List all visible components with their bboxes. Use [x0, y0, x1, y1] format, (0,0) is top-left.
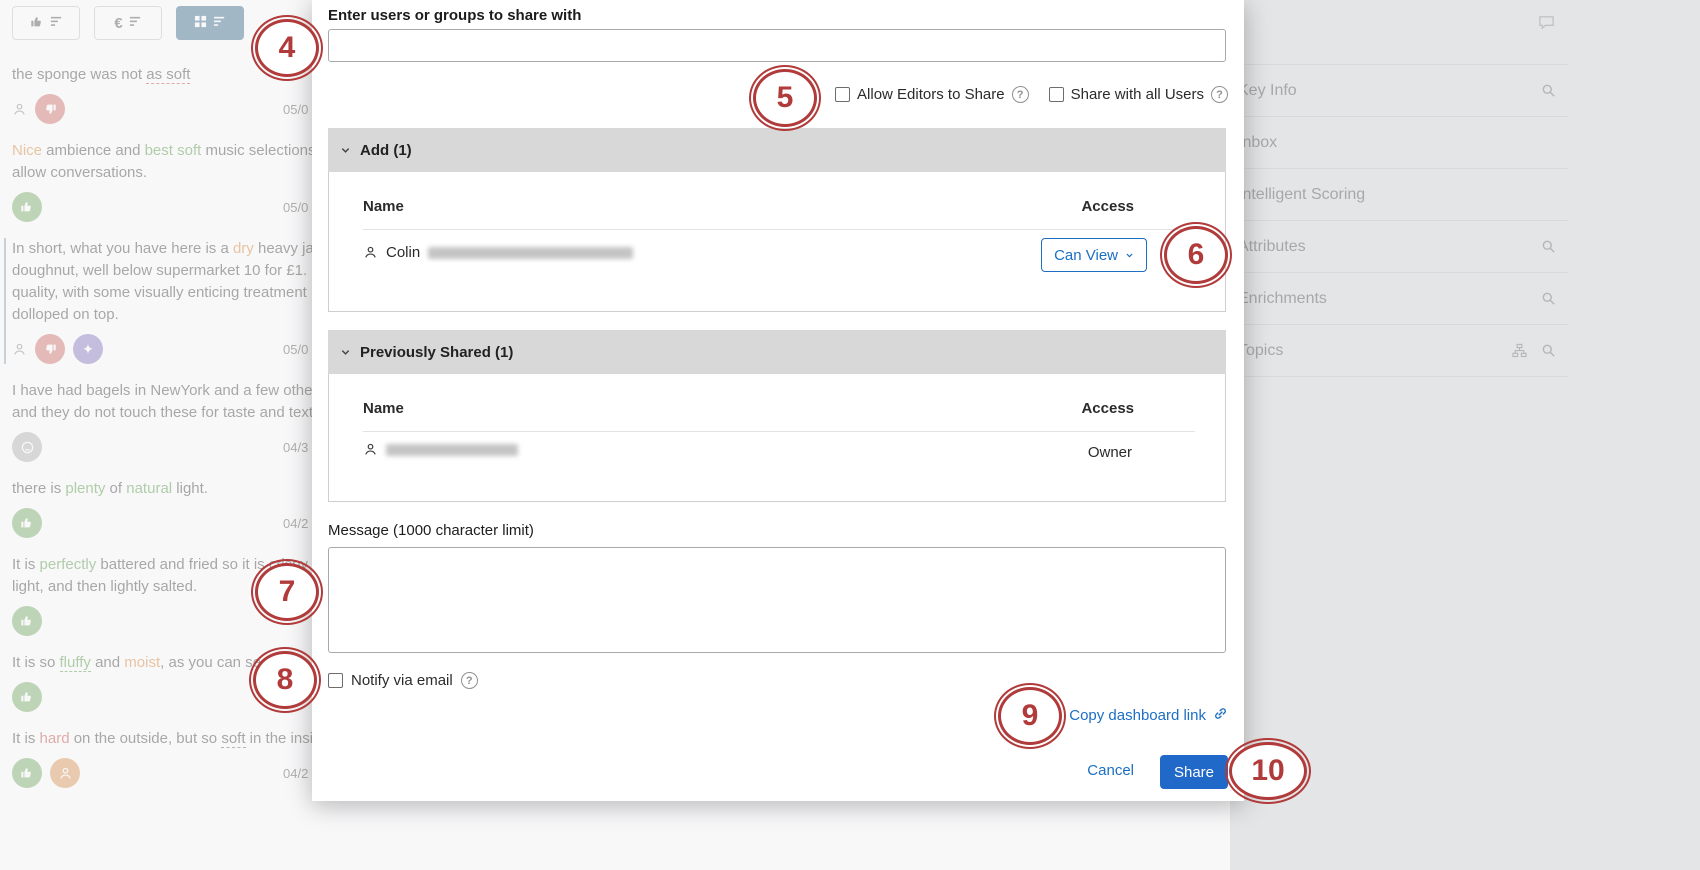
person-icon [363, 245, 378, 260]
previously-shared-section: Previously Shared (1) Name Access Owner [328, 330, 1226, 502]
access-level-dropdown[interactable]: Can View [1041, 238, 1147, 272]
help-icon[interactable]: ? [1211, 86, 1228, 103]
annotation-number: 5 [777, 81, 794, 115]
annotation-number: 8 [277, 663, 294, 697]
message-label: Message (1000 character limit) [328, 522, 534, 539]
share-with-input[interactable] [328, 29, 1226, 62]
copy-dashboard-link[interactable]: Copy dashboard link [1069, 706, 1228, 725]
help-icon[interactable]: ? [1012, 86, 1029, 103]
annotation-7: 7 [255, 563, 319, 621]
annotation-6: 6 [1164, 226, 1228, 284]
allow-editors-checkbox[interactable] [835, 87, 850, 102]
link-icon [1213, 706, 1228, 725]
notify-option: Notify via email ? [328, 672, 478, 689]
annotation-number: 9 [1022, 699, 1039, 733]
owner-access-value: Owner [1088, 444, 1132, 461]
cancel-button[interactable]: Cancel [1087, 762, 1134, 779]
table-row [363, 442, 518, 457]
allow-editors-option: Allow Editors to Share ? [835, 86, 1029, 103]
annotation-number: 6 [1188, 238, 1205, 272]
access-level-value: Can View [1054, 247, 1118, 264]
allow-editors-label: Allow Editors to Share [857, 86, 1005, 103]
annotation-8: 8 [253, 651, 317, 709]
redacted-email [386, 444, 518, 456]
annotation-10: 10 [1229, 742, 1307, 800]
share-with-label: Enter users or groups to share with [328, 7, 581, 24]
chevron-down-icon [340, 145, 351, 156]
share-options: Allow Editors to Share ? Share with all … [815, 86, 1228, 103]
message-textarea[interactable] [328, 547, 1226, 653]
add-section-toggle[interactable]: Add (1) [328, 128, 1226, 172]
name-column-header: Name [363, 198, 404, 215]
recipient-name: Colin [386, 244, 420, 261]
chevron-down-icon [340, 347, 351, 358]
previously-shared-toggle[interactable]: Previously Shared (1) [328, 330, 1226, 374]
share-all-label: Share with all Users [1071, 86, 1204, 103]
help-icon[interactable]: ? [461, 672, 478, 689]
add-section: Add (1) Name Access Colin Can View [328, 128, 1226, 312]
previously-shared-title: Previously Shared (1) [360, 344, 513, 361]
access-column-header: Access [1081, 198, 1134, 215]
table-header-divider [363, 431, 1195, 432]
add-section-body: Name Access Colin Can View [328, 172, 1226, 312]
table-row: Colin [363, 244, 633, 261]
access-column-header: Access [1081, 400, 1134, 417]
notify-email-label: Notify via email [351, 672, 453, 689]
copy-link-label: Copy dashboard link [1069, 707, 1206, 724]
person-icon [363, 442, 378, 457]
share-button[interactable]: Share [1160, 755, 1228, 789]
annotation-number: 10 [1251, 754, 1284, 788]
table-header-divider [363, 229, 1195, 230]
add-section-title: Add (1) [360, 142, 412, 159]
notify-email-checkbox[interactable] [328, 673, 343, 688]
annotation-4: 4 [255, 19, 319, 77]
annotation-number: 7 [279, 575, 296, 609]
annotation-5: 5 [753, 69, 817, 127]
screen: € the sponge was not as soft05/0Nice amb… [0, 0, 1700, 870]
annotation-9: 9 [998, 687, 1062, 745]
share-all-checkbox[interactable] [1049, 87, 1064, 102]
share-all-option: Share with all Users ? [1049, 86, 1228, 103]
annotation-number: 4 [279, 31, 296, 65]
name-column-header: Name [363, 400, 404, 417]
caret-down-icon [1125, 247, 1134, 264]
previously-shared-body: Name Access Owner [328, 374, 1226, 502]
redacted-email [428, 247, 633, 259]
